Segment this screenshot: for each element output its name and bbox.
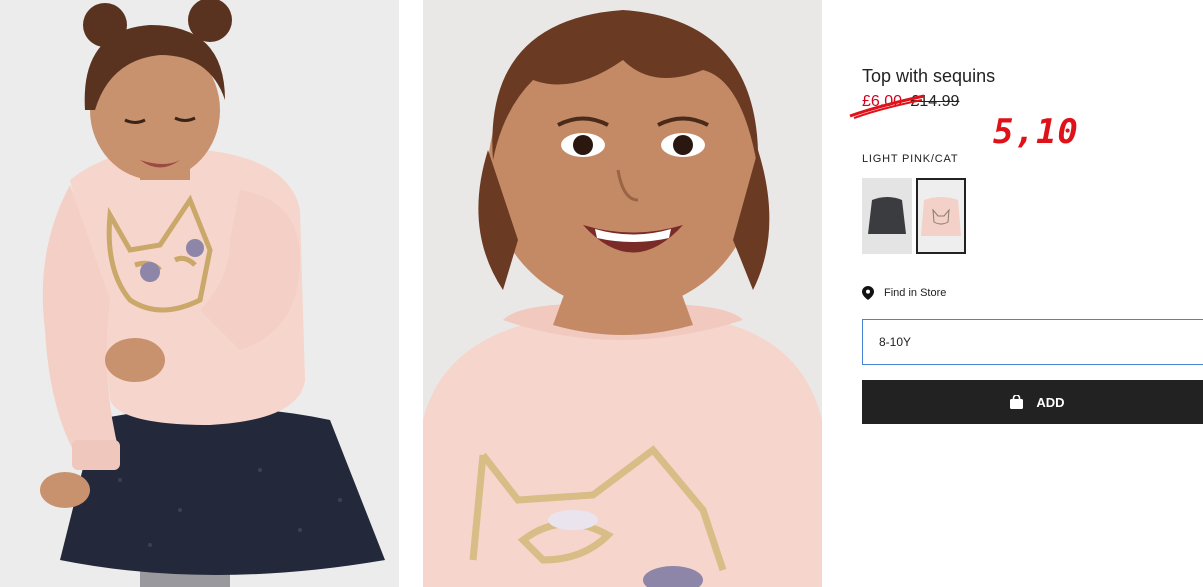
strikethrough-scribble — [849, 94, 925, 119]
handwritten-price-annotation: 5,10 — [993, 112, 1079, 152]
size-select-value: 8-10Y — [879, 335, 912, 349]
product-photo-full-outfit — [0, 0, 399, 587]
swatch-light-pink-cat[interactable] — [916, 178, 966, 254]
find-in-store-link[interactable]: Find in Store — [862, 286, 946, 300]
gallery-gap — [399, 0, 423, 587]
swatch-pink-top-thumbnail — [918, 180, 964, 252]
find-in-store-label: Find in Store — [884, 287, 947, 299]
map-pin-icon — [862, 286, 874, 300]
swatch-dark-top-thumbnail — [862, 178, 912, 254]
product-image-2[interactable] — [423, 0, 822, 587]
product-title: Top with sequins — [862, 66, 996, 86]
product-image-1[interactable] — [0, 0, 399, 587]
add-to-bag-button[interactable]: ADD — [862, 380, 1203, 424]
swatch-dark-grey[interactable] — [862, 178, 912, 254]
product-info-panel: Top with sequins £6.00 £14.99 5,10 LIGHT… — [849, 0, 1203, 587]
product-photo-closeup — [423, 0, 822, 587]
shopping-bag-icon — [1010, 395, 1024, 409]
add-button-label: ADD — [1036, 394, 1065, 410]
size-select[interactable]: 8-10Y — [862, 319, 1203, 365]
color-label: LIGHT PINK/CAT — [862, 153, 959, 165]
